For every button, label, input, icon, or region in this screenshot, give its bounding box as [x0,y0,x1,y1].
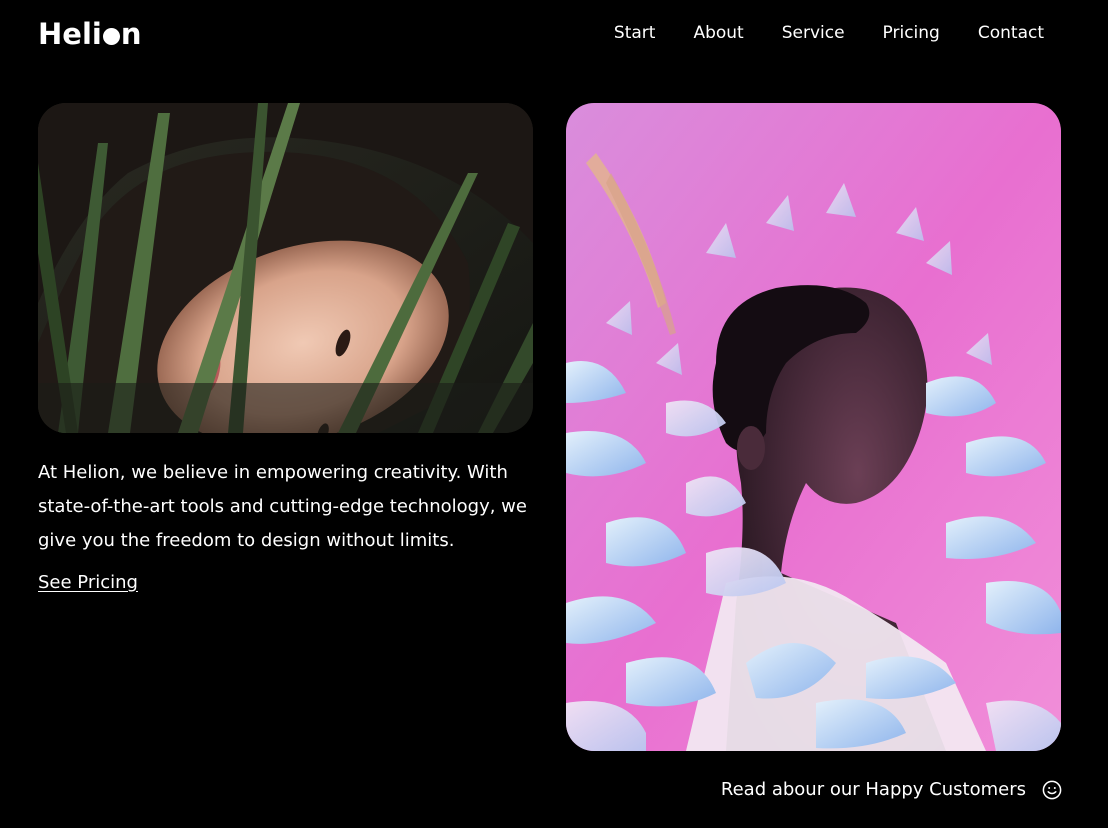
nav-service[interactable]: Service [782,21,845,45]
main-navigation: Start About Service Pricing Contact [614,21,1044,45]
happy-customers-link[interactable]: Read abour our Happy Customers [721,776,1062,804]
happy-customers-label: Read abour our Happy Customers [720,779,1026,800]
hero-image-woman [38,103,533,433]
nav-about[interactable]: About [693,21,743,45]
nav-contact[interactable]: Contact [978,21,1044,45]
see-pricing-link[interactable]: See Pricing [38,570,138,596]
intro-text: At Helion, we believe in empowering crea… [38,462,527,551]
brand-name-part-1: Heli [38,17,102,51]
hero-image-man [566,103,1061,751]
photo-man-among-pink-flowers-icon [566,103,1061,751]
brand-logo[interactable]: Heli n [38,17,141,51]
photo-woman-among-grass-icon [38,103,533,433]
smiley-icon [1042,780,1062,800]
brand-logo-dot [102,27,120,45]
brand-name-part-2: n [120,17,142,51]
nav-pricing[interactable]: Pricing [883,21,940,45]
nav-start[interactable]: Start [614,21,656,45]
